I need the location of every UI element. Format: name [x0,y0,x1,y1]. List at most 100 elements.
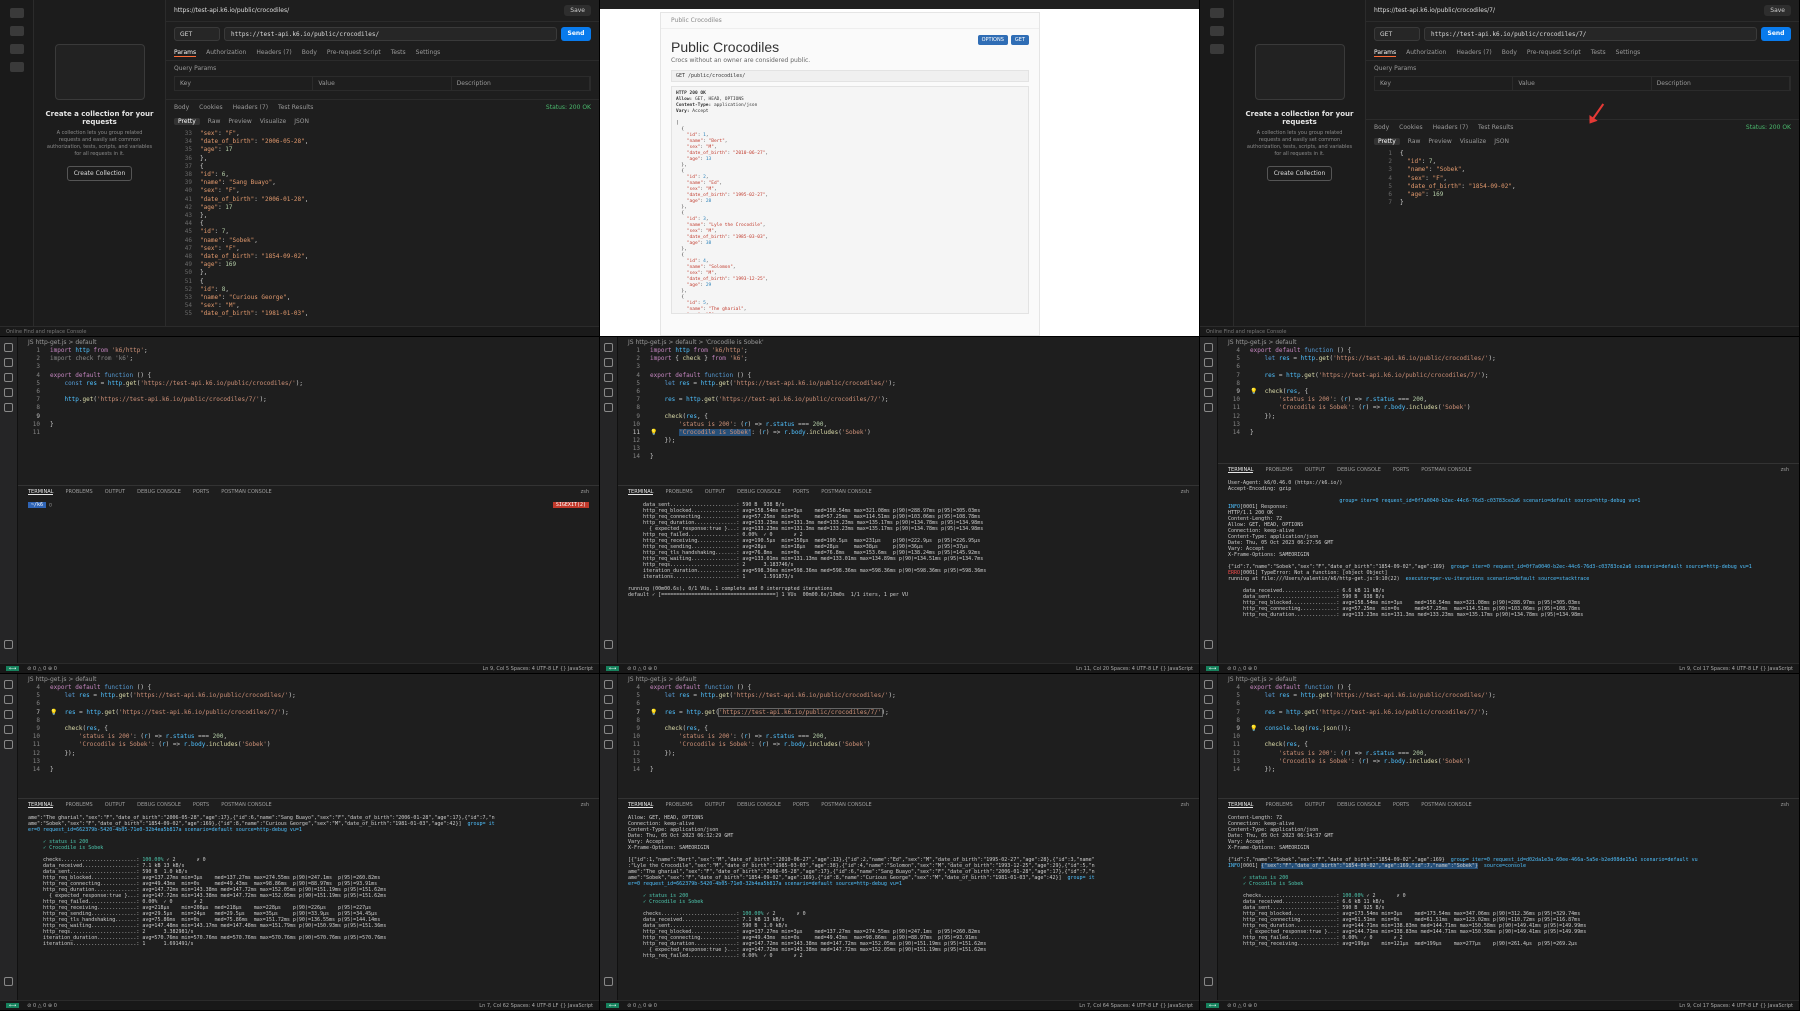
remote-icon[interactable]: ⟷ [606,1003,620,1009]
apps-icon[interactable] [9,62,24,72]
tab-ports[interactable]: PORTS [193,802,209,808]
tab-debug-console[interactable]: DEBUG CONSOLE [1337,802,1381,808]
collections-icon[interactable] [1209,8,1224,18]
tab-authorization[interactable]: Authorization [1406,49,1446,57]
tab-tests[interactable]: Tests [1591,49,1606,57]
terminal-output[interactable]: ~/k6 ▯ SIGEXIT(2) [18,498,599,512]
search-icon[interactable] [1204,695,1213,704]
shell-label[interactable]: zsh [581,489,589,495]
view-preview[interactable]: Preview [1428,138,1451,145]
view-raw[interactable]: Raw [208,118,221,125]
tab-debug-console[interactable]: DEBUG CONSOLE [737,802,781,808]
shell-label[interactable]: zsh [581,802,589,808]
collections-icon[interactable] [9,8,24,18]
tab-problems[interactable]: PROBLEMS [65,802,92,808]
tab-ports[interactable]: PORTS [793,489,809,495]
cursor-info[interactable]: Ln 9, Col 17 Spaces: 4 UTF-8 LF {} JavaS… [1679,1003,1793,1009]
tab-output[interactable]: OUTPUT [105,489,125,495]
send-button[interactable]: Send [561,27,591,41]
extensions-icon[interactable] [1204,403,1213,412]
method-select[interactable]: GET [1374,27,1420,41]
tab-output[interactable]: OUTPUT [105,802,125,808]
view-json[interactable]: JSON [1494,138,1509,145]
resp-tab-headers[interactable]: Headers (7) [1433,124,1468,131]
explorer-icon[interactable] [4,680,13,689]
tab-terminal[interactable]: TERMINAL [1228,467,1254,473]
problems-count[interactable]: ⊘ 0 △ 0 ⊕ 0 [1227,1003,1257,1009]
tab-authorization[interactable]: Authorization [206,49,246,57]
tab-terminal[interactable]: TERMINAL [628,489,654,495]
breadcrumb[interactable]: JS http-get.js > default [18,337,599,347]
run-debug-icon[interactable] [604,388,613,397]
history-icon[interactable] [1209,44,1224,54]
run-debug-icon[interactable] [604,725,613,734]
view-pretty[interactable]: Pretty [174,118,200,125]
explorer-icon[interactable] [604,343,613,352]
remote-icon[interactable]: ⟷ [1206,666,1220,672]
breadcrumb[interactable]: JS http-get.js > default [1218,337,1799,347]
run-debug-icon[interactable] [4,388,13,397]
tab-output[interactable]: OUTPUT [1305,467,1325,473]
account-icon[interactable] [604,977,613,986]
tab-body[interactable]: Body [1502,49,1517,57]
tab-postman-console[interactable]: POSTMAN CONSOLE [821,802,871,808]
source-control-icon[interactable] [604,710,613,719]
run-debug-icon[interactable] [1204,725,1213,734]
tab-tests[interactable]: Tests [391,49,406,57]
tab-problems[interactable]: PROBLEMS [1265,467,1292,473]
history-icon[interactable] [9,44,24,54]
options-button[interactable]: OPTIONS [977,35,1008,45]
environments-icon[interactable] [1209,26,1224,36]
tab-body[interactable]: Body [302,49,317,57]
run-debug-icon[interactable] [1204,388,1213,397]
resp-tab-tests[interactable]: Test Results [278,104,313,111]
breadcrumb[interactable]: Public Crocodiles [661,13,1039,29]
search-icon[interactable] [4,695,13,704]
source-control-icon[interactable] [4,710,13,719]
tab-postman-console[interactable]: POSTMAN CONSOLE [1421,802,1471,808]
explorer-icon[interactable] [1204,343,1213,352]
tab-params[interactable]: Params [174,49,197,57]
shell-label[interactable]: zsh [1181,802,1189,808]
extensions-icon[interactable] [604,740,613,749]
tab-ports[interactable]: PORTS [793,802,809,808]
shell-label[interactable]: zsh [1781,802,1789,808]
tab-postman-console[interactable]: POSTMAN CONSOLE [221,802,271,808]
tab-headers[interactable]: Headers (7) [256,49,291,57]
resp-tab-cookies[interactable]: Cookies [199,104,223,111]
save-button[interactable]: Save [1764,5,1791,16]
get-button[interactable]: GET [1010,35,1029,45]
extensions-icon[interactable] [604,403,613,412]
method-select[interactable]: GET [174,27,220,41]
remote-icon[interactable]: ⟷ [6,666,20,672]
url-input[interactable]: https://test-api.k6.io/public/crocodiles… [224,27,557,41]
resp-tab-cookies[interactable]: Cookies [1399,124,1423,131]
account-icon[interactable] [4,640,13,649]
environments-icon[interactable] [9,26,24,36]
tab-ports[interactable]: PORTS [193,489,209,495]
search-icon[interactable] [604,695,613,704]
tab-debug-console[interactable]: DEBUG CONSOLE [137,489,181,495]
tab-debug-console[interactable]: DEBUG CONSOLE [737,489,781,495]
search-icon[interactable] [1204,358,1213,367]
run-debug-icon[interactable] [4,725,13,734]
cursor-info[interactable]: Ln 7, Col 62 Spaces: 4 UTF-8 LF {} JavaS… [479,1003,593,1009]
tab-problems[interactable]: PROBLEMS [665,489,692,495]
account-icon[interactable] [604,640,613,649]
tab-settings[interactable]: Settings [1616,49,1641,57]
remote-icon[interactable]: ⟷ [606,666,620,672]
cursor-info[interactable]: Ln 11, Col 20 Spaces: 4 UTF-8 LF {} Java… [1076,666,1193,672]
tab-problems[interactable]: PROBLEMS [1265,802,1292,808]
resp-tab-headers[interactable]: Headers (7) [233,104,268,111]
account-icon[interactable] [1204,977,1213,986]
create-collection-button[interactable]: Create Collection [66,166,133,181]
tab-postman-console[interactable]: POSTMAN CONSOLE [1421,467,1471,473]
cursor-info[interactable]: Ln 9, Col 5 Spaces: 4 UTF-8 LF {} JavaSc… [482,666,593,672]
problems-count[interactable]: ⊘ 0 △ 0 ⊕ 0 [627,666,657,672]
cursor-info[interactable]: Ln 9, Col 17 Spaces: 4 UTF-8 LF {} JavaS… [1679,666,1793,672]
breadcrumb[interactable]: JS http-get.js > default [618,674,1199,684]
tab-terminal[interactable]: TERMINAL [1228,802,1254,808]
extensions-icon[interactable] [4,403,13,412]
tab-postman-console[interactable]: POSTMAN CONSOLE [221,489,271,495]
tab-ports[interactable]: PORTS [1393,802,1409,808]
